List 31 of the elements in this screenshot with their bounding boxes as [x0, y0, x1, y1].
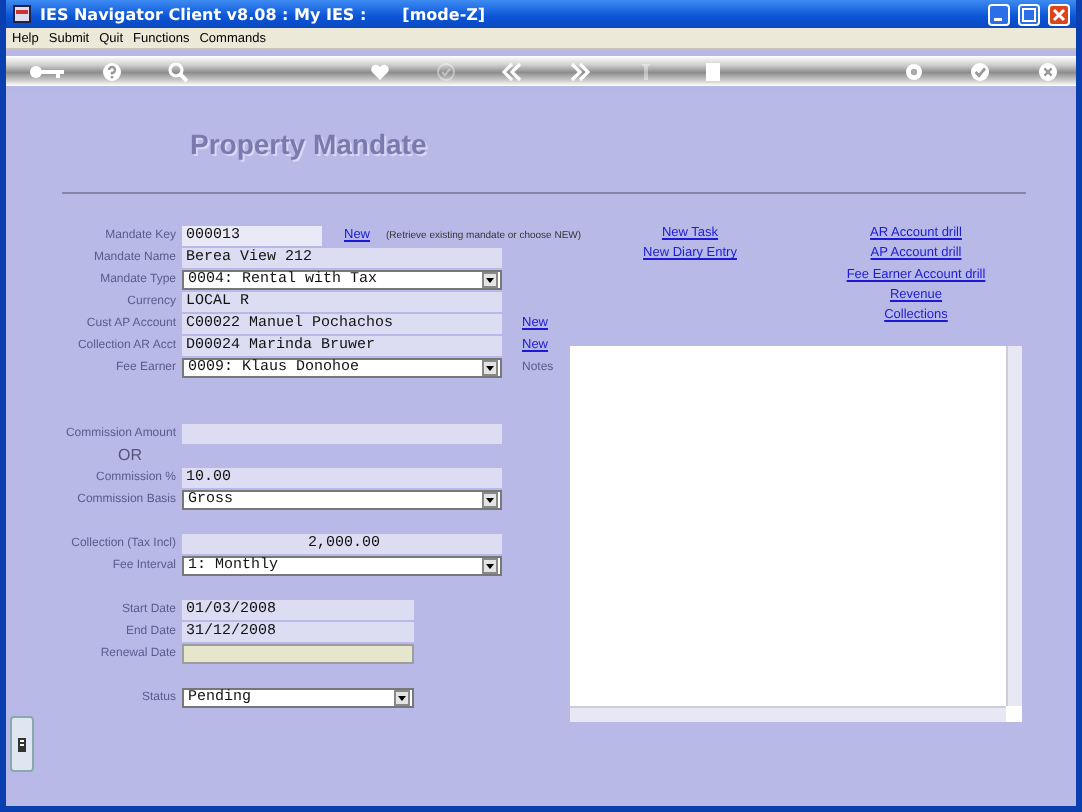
horizontal-scrollbar[interactable] — [570, 706, 1006, 722]
dropdown-arrow-icon[interactable] — [394, 690, 410, 706]
document-icon[interactable] — [704, 61, 723, 81]
page-heading: Property Mandate — [190, 128, 427, 160]
help-icon[interactable] — [102, 61, 123, 81]
side-tab[interactable] — [10, 716, 34, 772]
minimize-button[interactable] — [988, 3, 1010, 25]
maximize-button[interactable] — [1018, 3, 1040, 25]
dropdown-arrow-icon[interactable] — [482, 558, 498, 574]
vertical-scrollbar[interactable] — [1006, 346, 1022, 706]
double-left-icon[interactable] — [502, 61, 523, 81]
input-field[interactable] — [182, 644, 414, 664]
close-icon[interactable] — [1037, 61, 1058, 81]
dropdown-arrow-icon[interactable] — [482, 492, 498, 508]
check-icon[interactable] — [970, 61, 991, 81]
key-icon[interactable] — [27, 61, 64, 81]
mode-label: [mode-Z] — [402, 5, 486, 23]
double-right-icon[interactable] — [569, 61, 590, 81]
dropdown-arrow-icon[interactable] — [482, 360, 498, 376]
dropdown-arrow-icon[interactable] — [482, 272, 498, 288]
input-field[interactable] — [182, 424, 502, 444]
panel-icon — [18, 737, 26, 751]
heart-icon[interactable] — [369, 61, 390, 81]
window-title: IES Navigator Client v8.08 : My IES : — [40, 5, 367, 23]
app-icon — [12, 4, 32, 24]
or-label: OR — [116, 446, 142, 464]
maximize-icon — [1022, 7, 1036, 21]
notes-field[interactable] — [570, 346, 1022, 722]
close-button[interactable] — [1048, 3, 1070, 25]
close-icon — [1052, 7, 1066, 21]
search-icon[interactable] — [168, 61, 189, 81]
